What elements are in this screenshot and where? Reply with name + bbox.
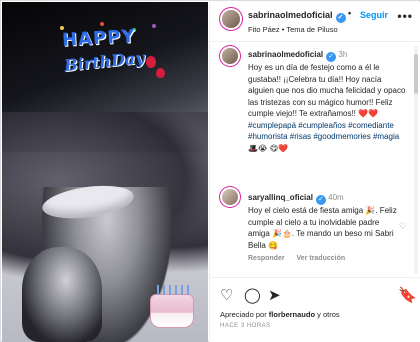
header-separator: •: [348, 8, 352, 18]
more-options-icon[interactable]: •••: [397, 9, 413, 23]
share-icon[interactable]: ➤: [268, 287, 281, 305]
commenter-avatar[interactable]: [222, 189, 238, 205]
happy-birthday-overlay: HAPPY BirthDay: [60, 22, 180, 92]
post-action-bar: ♡ ◯ ➤ 🔖 Apreciado por florbernaudo y otr…: [210, 277, 420, 342]
caption-text: Hoy es un día de festejo como a él le gu…: [248, 63, 406, 118]
heart-icon[interactable]: ♡: [220, 287, 233, 305]
comments-scroll-thumb[interactable]: [414, 54, 418, 94]
comment-like-icon[interactable]: ♡: [399, 221, 407, 232]
likes-prefix: Apreciado por: [220, 310, 267, 319]
confetti-dot: [100, 22, 104, 26]
caption: sabrinaolmedoficial ✓ 3h Hoy es un día de…: [248, 49, 408, 154]
photo-child: [22, 247, 102, 342]
likes-summary[interactable]: Apreciado por florbernaudo y otros: [220, 310, 340, 319]
audio-subtitle[interactable]: Fito Páez • Tema de Piluso: [248, 25, 338, 34]
caption-emoji: ❤️❤️: [358, 109, 379, 118]
translate-button[interactable]: Ver traducción: [297, 255, 346, 262]
post-time-ago: HACE 3 HORAS: [220, 323, 271, 329]
comment-time: 40m: [328, 193, 344, 202]
cake-sticker: [150, 285, 194, 328]
commenter-username[interactable]: saryallinq_oficial: [248, 193, 313, 202]
caption-hashtags[interactable]: #cumplepapá #cumpleaños #comediante #hum…: [248, 121, 399, 142]
caption-hashtags-emoji: 🎩😭 😋❤️: [248, 143, 289, 153]
verified-badge-icon: ✓: [335, 13, 346, 23]
balloon-icon: [156, 68, 165, 78]
caption-time: 3h: [338, 50, 348, 59]
likes-user[interactable]: florbernaudo: [269, 310, 315, 319]
comment: saryallinq_oficial ✓ 40m Hoy el cielo est…: [248, 192, 398, 251]
comment-actions: Responder Ver traducción: [248, 255, 355, 262]
author-username-text[interactable]: sabrinaolmedoficial: [248, 10, 333, 20]
comment-text: Hoy el cielo está de fiesta amiga 🎉. Fel…: [248, 206, 397, 250]
caption-username[interactable]: sabrinaolmedoficial: [248, 50, 323, 59]
post-header: sabrinaolmedoficial ✓ • Seguir Fito Páez …: [210, 2, 420, 42]
instagram-post-modal: HAPPY BirthDay sabrinaolmedoficial ✓ • Se…: [0, 0, 420, 342]
balloon-icon: [146, 56, 156, 68]
author-avatar[interactable]: [222, 10, 240, 28]
action-icons: ♡ ◯ ➤ 🔖: [220, 287, 417, 305]
reply-button[interactable]: Responder: [248, 255, 285, 262]
post-side-panel: sabrinaolmedoficial ✓ • Seguir Fito Páez …: [209, 2, 420, 342]
verified-badge-icon: ✓: [315, 195, 326, 205]
comment-icon[interactable]: ◯: [244, 287, 261, 305]
happy-text: HAPPY: [61, 26, 136, 51]
bookmark-icon[interactable]: 🔖: [398, 287, 417, 305]
author-username[interactable]: sabrinaolmedoficial ✓: [248, 10, 346, 23]
post-photo[interactable]: HAPPY BirthDay: [2, 2, 208, 342]
comments-list[interactable]: sabrinaolmedoficial ✓ 3h Hoy es un día de…: [210, 43, 420, 277]
likes-suffix[interactable]: y otros: [317, 310, 340, 319]
follow-button[interactable]: Seguir: [360, 10, 388, 20]
caption-avatar[interactable]: [222, 48, 238, 64]
birthday-text: BirthDay: [63, 47, 146, 76]
confetti-dot: [152, 24, 156, 28]
verified-badge-icon: ✓: [326, 52, 337, 62]
